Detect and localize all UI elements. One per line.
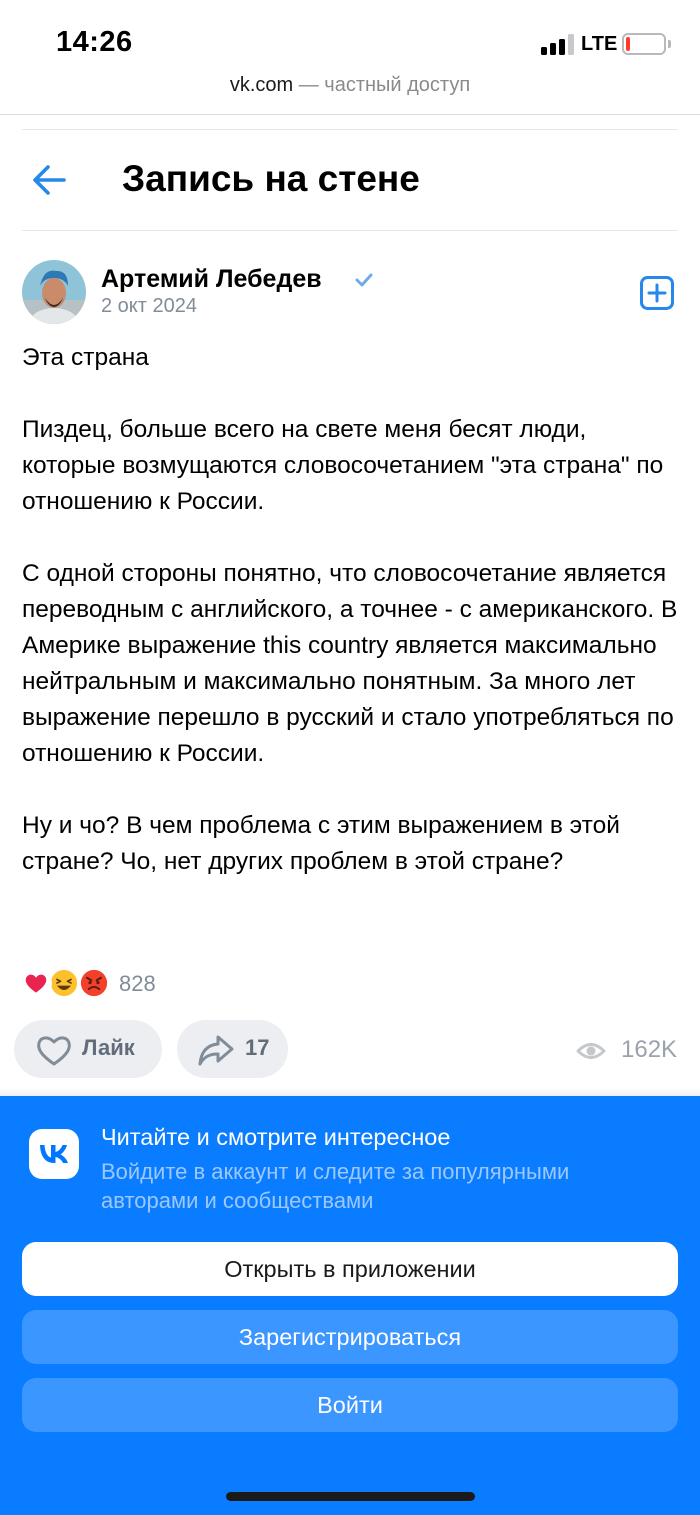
laughing-face-icon [48, 967, 80, 999]
heart-outline-icon [37, 1036, 71, 1066]
plus-square-icon [640, 276, 674, 310]
browser-url-bar[interactable]: vk.com — частный доступ [0, 74, 700, 97]
like-label: Лайк [82, 1035, 135, 1060]
angry-face-icon [78, 967, 110, 999]
promo-title: Читайте и смотрите интересное [101, 1124, 451, 1150]
post-paragraph: Ну и чо? В чем проблема с этим выражение… [22, 812, 620, 875]
heart-icon [20, 967, 52, 999]
url-private-note: — частный доступ [293, 74, 471, 96]
status-bar: 14:26 LTE [0, 0, 700, 72]
share-icon [198, 1035, 234, 1066]
post-text: Эта страна Пиздец, больше всего на свете… [22, 340, 682, 916]
status-time: 14:26 [56, 26, 133, 58]
back-button[interactable] [28, 160, 72, 200]
avatar[interactable] [22, 260, 86, 324]
share-count: 17 [245, 1035, 270, 1060]
login-button[interactable]: Войти [22, 1378, 678, 1432]
header-divider [22, 230, 678, 231]
like-button[interactable]: Лайк [14, 1020, 162, 1078]
reaction-count[interactable]: 828 [119, 971, 156, 997]
open-in-app-button[interactable]: Открыть в приложении [22, 1242, 678, 1296]
views-count: 162K [621, 1036, 678, 1063]
promo-shadow [0, 1088, 700, 1096]
vk-logo-icon [29, 1129, 79, 1179]
verified-icon [355, 273, 373, 287]
post-paragraph: Пиздец, больше всего на свете меня бесят… [22, 416, 664, 515]
register-button[interactable]: Зарегистрироваться [22, 1310, 678, 1364]
share-button[interactable]: 17 [177, 1020, 288, 1078]
author-name[interactable]: Артемий Лебедев [101, 265, 322, 294]
network-type: LTE [581, 33, 618, 55]
url-divider [0, 114, 700, 115]
arrow-left-icon [33, 165, 66, 195]
subscribe-button[interactable] [639, 275, 675, 311]
post-date[interactable]: 2 окт 2024 [101, 295, 197, 318]
page-title: Запись на стене [122, 158, 420, 199]
eye-icon [576, 1043, 606, 1059]
promo-subtitle: Войдите в аккаунт и следите за популярны… [101, 1159, 570, 1213]
battery-icon [622, 33, 666, 55]
post-paragraph: Эта страна [22, 344, 149, 371]
signal-icon [541, 33, 575, 55]
home-indicator[interactable] [226, 1492, 475, 1501]
url-host: vk.com [229, 74, 294, 96]
post-paragraph: С одной стороны понятно, что словосочета… [22, 560, 678, 767]
top-divider [22, 129, 678, 130]
battery-cap [668, 40, 671, 48]
